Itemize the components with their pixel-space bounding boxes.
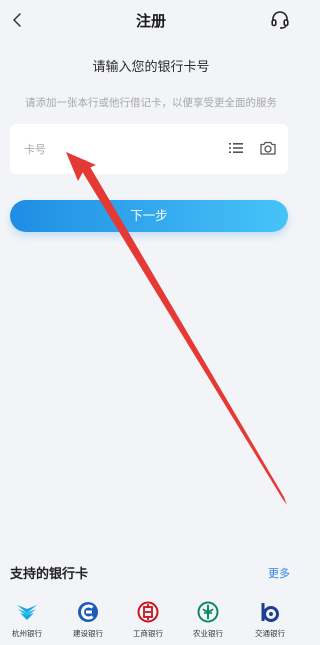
card-entry-heading: 请输入您的银行卡号 — [92, 60, 210, 75]
bank-item-icbc[interactable]: 工商银行 — [118, 600, 178, 640]
bank-item-bocom[interactable]: 交通银行 — [240, 600, 300, 640]
card-entry-hint: 请添加一张本行或他行借记卡，以便享受更全面的服务 — [25, 97, 277, 109]
ccb-logo-icon — [78, 602, 98, 622]
card-list-button[interactable] — [227, 139, 245, 157]
bank-logo-list: 杭州银行 建设银行 工商银行 农业银行 交通银行 — [0, 600, 302, 640]
bank-name: 杭州银行 — [12, 629, 42, 638]
bank-name: 建设银行 — [73, 629, 103, 638]
next-step-button[interactable]: 下一步 — [10, 200, 288, 232]
bank-item-hangzhou[interactable]: 杭州银行 — [0, 600, 57, 640]
bocom-logo-icon — [261, 603, 279, 622]
bank-item-ccb[interactable]: 建设银行 — [58, 600, 118, 640]
bank-name: 农业银行 — [193, 629, 223, 638]
camera-icon — [260, 141, 276, 155]
hangzhou-bank-logo-icon — [17, 605, 37, 620]
supported-banks-title: 支持的银行卡 — [10, 567, 89, 582]
abc-logo-icon — [197, 601, 219, 623]
scan-card-button[interactable] — [258, 138, 278, 158]
card-number-field-container — [10, 124, 288, 174]
card-number-input[interactable] — [24, 139, 214, 159]
customer-service-button[interactable] — [268, 8, 292, 32]
bank-name: 工商银行 — [133, 629, 163, 638]
top-bar: 注册 — [0, 0, 302, 44]
headset-icon — [271, 11, 289, 29]
page-title: 注册 — [135, 12, 166, 30]
more-banks-link[interactable]: 更多 — [268, 565, 290, 581]
bank-name: 交通银行 — [255, 629, 285, 638]
list-icon — [229, 143, 243, 153]
icbc-logo-icon — [137, 601, 159, 623]
bank-item-abc[interactable]: 农业银行 — [178, 600, 238, 640]
